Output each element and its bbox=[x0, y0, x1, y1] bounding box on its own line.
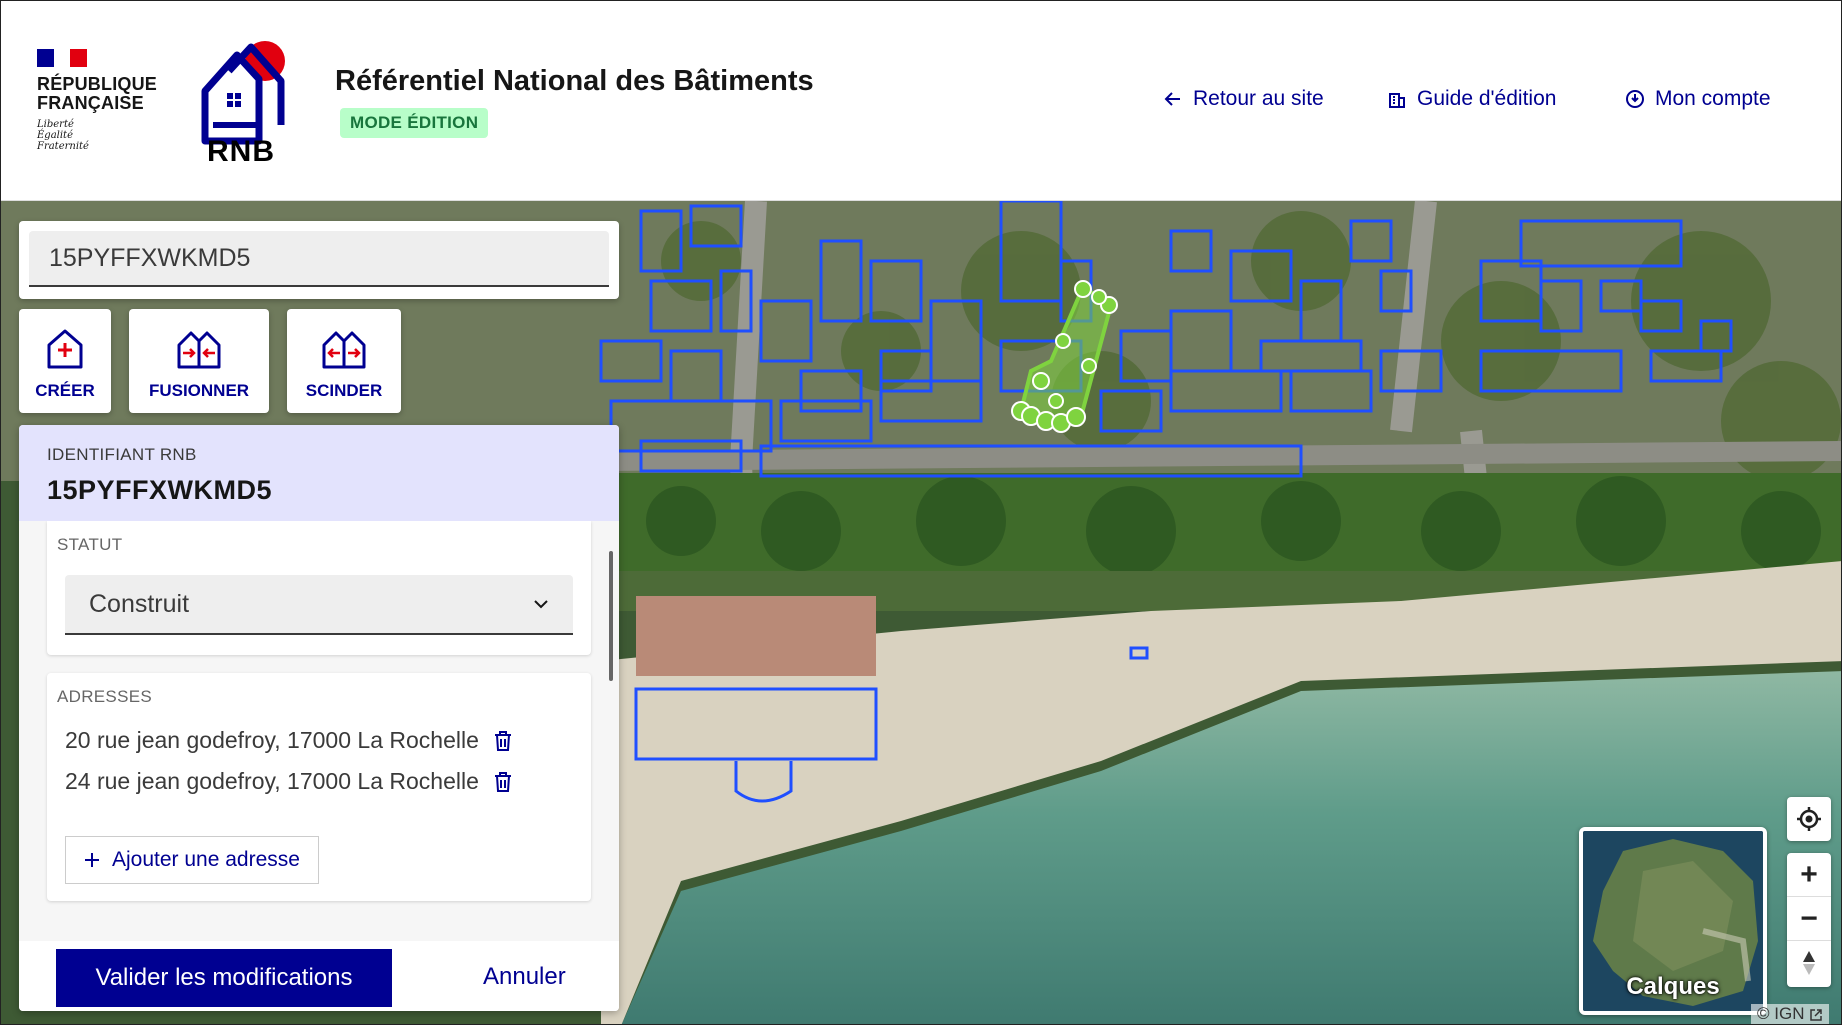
panel-scroll-area[interactable]: STATUT Construit ADRESSES 20 rue jean go… bbox=[19, 521, 619, 941]
editing-guide-link[interactable]: Guide d'édition bbox=[1387, 87, 1556, 111]
republique-francaise-logo[interactable]: RÉPUBLIQUE FRANÇAISE Liberté Égalité Fra… bbox=[37, 49, 157, 152]
back-to-site-link[interactable]: Retour au site bbox=[1163, 87, 1324, 111]
status-section: STATUT Construit bbox=[47, 521, 591, 655]
zoom-controls: + − bbox=[1787, 853, 1831, 987]
editing-guide-label: Guide d'édition bbox=[1417, 87, 1557, 110]
trash-icon[interactable] bbox=[493, 730, 513, 752]
building-icon bbox=[1389, 93, 1405, 108]
cancel-button[interactable]: Annuler bbox=[483, 963, 566, 991]
search-card bbox=[19, 221, 619, 299]
compass-button[interactable] bbox=[1787, 941, 1831, 985]
map-attribution[interactable]: © IGN bbox=[1751, 1004, 1830, 1024]
geolocate-icon bbox=[1797, 807, 1821, 831]
add-address-label: Ajouter une adresse bbox=[112, 848, 300, 871]
panel-actions: Valider les modifications Annuler bbox=[19, 941, 619, 1011]
external-link-icon bbox=[1810, 1008, 1822, 1021]
status-label: STATUT bbox=[57, 535, 123, 554]
chevron-down-icon bbox=[534, 600, 548, 609]
address-item: 24 rue jean godefroy, 17000 La Rochelle bbox=[65, 768, 513, 795]
trash-icon[interactable] bbox=[493, 771, 513, 793]
merge-buildings-label: FUSIONNER bbox=[148, 381, 250, 400]
site-header: RÉPUBLIQUE FRANÇAISE Liberté Égalité Fra… bbox=[1, 1, 1841, 201]
create-building-label: CRÉER bbox=[35, 381, 95, 400]
status-value: Construit bbox=[89, 589, 190, 618]
layers-label: Calques bbox=[1626, 973, 1720, 1000]
split-arrows-icon bbox=[322, 331, 366, 369]
create-building-button[interactable]: CRÉER bbox=[19, 309, 111, 413]
panel-scrollbar[interactable] bbox=[609, 551, 613, 681]
republic-name: RÉPUBLIQUE FRANÇAISE bbox=[37, 74, 158, 113]
validate-changes-button[interactable]: Valider les modifications bbox=[56, 949, 392, 1007]
rnb-id-value: 15PYFFXWKMD5 bbox=[47, 475, 273, 505]
split-building-label: SCINDER bbox=[305, 381, 383, 400]
arrow-left-icon bbox=[1164, 92, 1180, 106]
my-account-label: Mon compte bbox=[1655, 87, 1771, 110]
account-circle-icon bbox=[1626, 90, 1644, 108]
add-address-button[interactable]: Ajouter une adresse bbox=[65, 836, 319, 884]
split-building-button[interactable]: SCINDER bbox=[287, 309, 401, 413]
rnb-logo-text: RNB bbox=[207, 135, 275, 168]
house-plus-icon bbox=[47, 329, 83, 369]
marianne-flag-icon bbox=[37, 49, 88, 67]
app-window: RÉPUBLIQUE FRANÇAISE Liberté Égalité Fra… bbox=[0, 0, 1842, 1025]
status-select[interactable]: Construit bbox=[65, 575, 573, 635]
rnb-id-search-input[interactable] bbox=[29, 231, 609, 287]
rnb-id-header: IDENTIFIANT RNB 15PYFFXWKMD5 bbox=[19, 425, 619, 521]
plus-icon bbox=[85, 853, 99, 867]
rnb-id-label: IDENTIFIANT RNB bbox=[47, 445, 197, 464]
zoom-in-button[interactable]: + bbox=[1787, 853, 1831, 897]
geolocate-button[interactable] bbox=[1787, 797, 1831, 841]
republic-motto: Liberté Égalité Fraternité bbox=[37, 119, 89, 152]
address-text: 24 rue jean godefroy, 17000 La Rochelle bbox=[65, 768, 479, 794]
my-account-link[interactable]: Mon compte bbox=[1625, 87, 1771, 111]
addresses-section: ADRESSES 20 rue jean godefroy, 17000 La … bbox=[47, 673, 591, 901]
attribution-text: © IGN bbox=[1757, 1004, 1805, 1023]
compass-icon bbox=[1803, 951, 1815, 975]
addresses-label: ADRESSES bbox=[57, 687, 152, 706]
merge-arrows-icon bbox=[177, 331, 221, 369]
merge-buildings-button[interactable]: FUSIONNER bbox=[129, 309, 269, 413]
address-item: 20 rue jean godefroy, 17000 La Rochelle bbox=[65, 727, 513, 754]
back-to-site-label: Retour au site bbox=[1193, 87, 1324, 110]
app-title: Référentiel National des Bâtiments bbox=[335, 65, 814, 97]
address-text: 20 rue jean godefroy, 17000 La Rochelle bbox=[65, 727, 479, 753]
zoom-out-button[interactable]: − bbox=[1787, 897, 1831, 941]
mode-badge: MODE ÉDITION bbox=[340, 108, 489, 138]
layers-switcher[interactable]: Calques bbox=[1579, 827, 1767, 1015]
building-edit-panel: IDENTIFIANT RNB 15PYFFXWKMD5 STATUT Cons… bbox=[19, 425, 619, 1011]
